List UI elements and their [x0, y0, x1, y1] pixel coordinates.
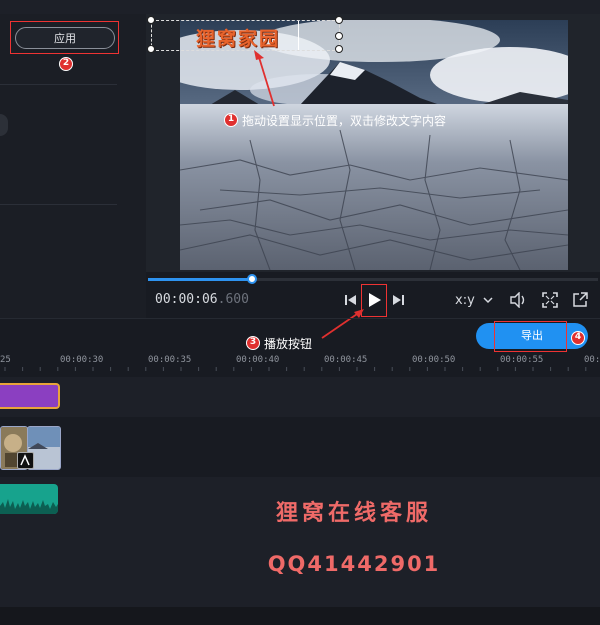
- aspect-ratio-label: x:y: [455, 293, 475, 308]
- left-panel: [0, 14, 146, 319]
- ruler-tick: 00:00:40: [236, 355, 280, 365]
- external-window-icon[interactable]: [572, 292, 588, 308]
- preview-frame[interactable]: [180, 20, 568, 270]
- annotation-badge-3: 3: [246, 336, 260, 350]
- ruler-tick: 00:00:45: [324, 355, 368, 365]
- ruler-tick: 00:00:55: [500, 355, 544, 365]
- ruler-tick: 00:00:50: [412, 355, 456, 365]
- timeline-track-video[interactable]: [0, 420, 600, 474]
- progress-knob[interactable]: [247, 274, 257, 284]
- annotation-box-apply: [10, 21, 119, 54]
- resize-handle[interactable]: [147, 16, 155, 24]
- ruler-tick: 00:00:30: [60, 355, 104, 365]
- annotation-arrow-1: [254, 50, 275, 107]
- watermark-line-1: 狸窝在线客服: [275, 501, 432, 526]
- bottom-bar: [0, 607, 600, 625]
- watermark-line-2: QQ41442901: [267, 552, 441, 576]
- panel-divider: [0, 84, 117, 85]
- ruler-tick: 25: [0, 355, 11, 365]
- timeline-track-title[interactable]: [0, 377, 600, 417]
- timecode: 00:00:06.600: [155, 292, 249, 307]
- resize-handle[interactable]: [335, 16, 343, 24]
- title-clip[interactable]: [0, 383, 60, 409]
- divider: [0, 318, 600, 319]
- overlay-title-text[interactable]: 狸窝家园: [196, 24, 280, 51]
- timecode-main: 00:00:06: [155, 292, 218, 307]
- resize-handle[interactable]: [335, 45, 343, 53]
- aspect-ratio-select[interactable]: x:y: [455, 293, 475, 308]
- annotation-badge-1: 1: [224, 113, 238, 127]
- annotation-badge-4: 4: [571, 331, 585, 345]
- resize-handle[interactable]: [147, 45, 155, 53]
- transition-glyph: [20, 454, 30, 466]
- ruler-marks: [4, 367, 587, 371]
- annotation-text-1: 拖动设置显示位置，双击修改文字内容: [242, 114, 447, 128]
- skip-forward-icon[interactable]: [391, 294, 405, 306]
- top-strip: [0, 0, 600, 14]
- fullscreen-icon[interactable]: [542, 292, 558, 308]
- skip-back-icon[interactable]: [344, 294, 358, 306]
- resize-handle[interactable]: [335, 32, 343, 40]
- chevron-down-icon[interactable]: [483, 296, 493, 304]
- volume-icon[interactable]: [509, 292, 527, 308]
- play-icon[interactable]: [368, 292, 382, 308]
- ruler-tick: 00:00:35: [148, 355, 192, 365]
- progress-fill: [148, 278, 252, 281]
- annotation-arrow-3: [321, 309, 364, 339]
- landscape-image: [180, 20, 568, 270]
- annotation-badge-2: 2: [59, 57, 73, 71]
- timecode-fraction: .600: [217, 292, 249, 307]
- transition-icon[interactable]: [17, 452, 34, 469]
- ruler-tick: 00:0: [584, 355, 600, 365]
- text-cursor: [298, 21, 299, 50]
- annotation-box-export: [494, 321, 567, 352]
- panel-divider: [0, 204, 117, 205]
